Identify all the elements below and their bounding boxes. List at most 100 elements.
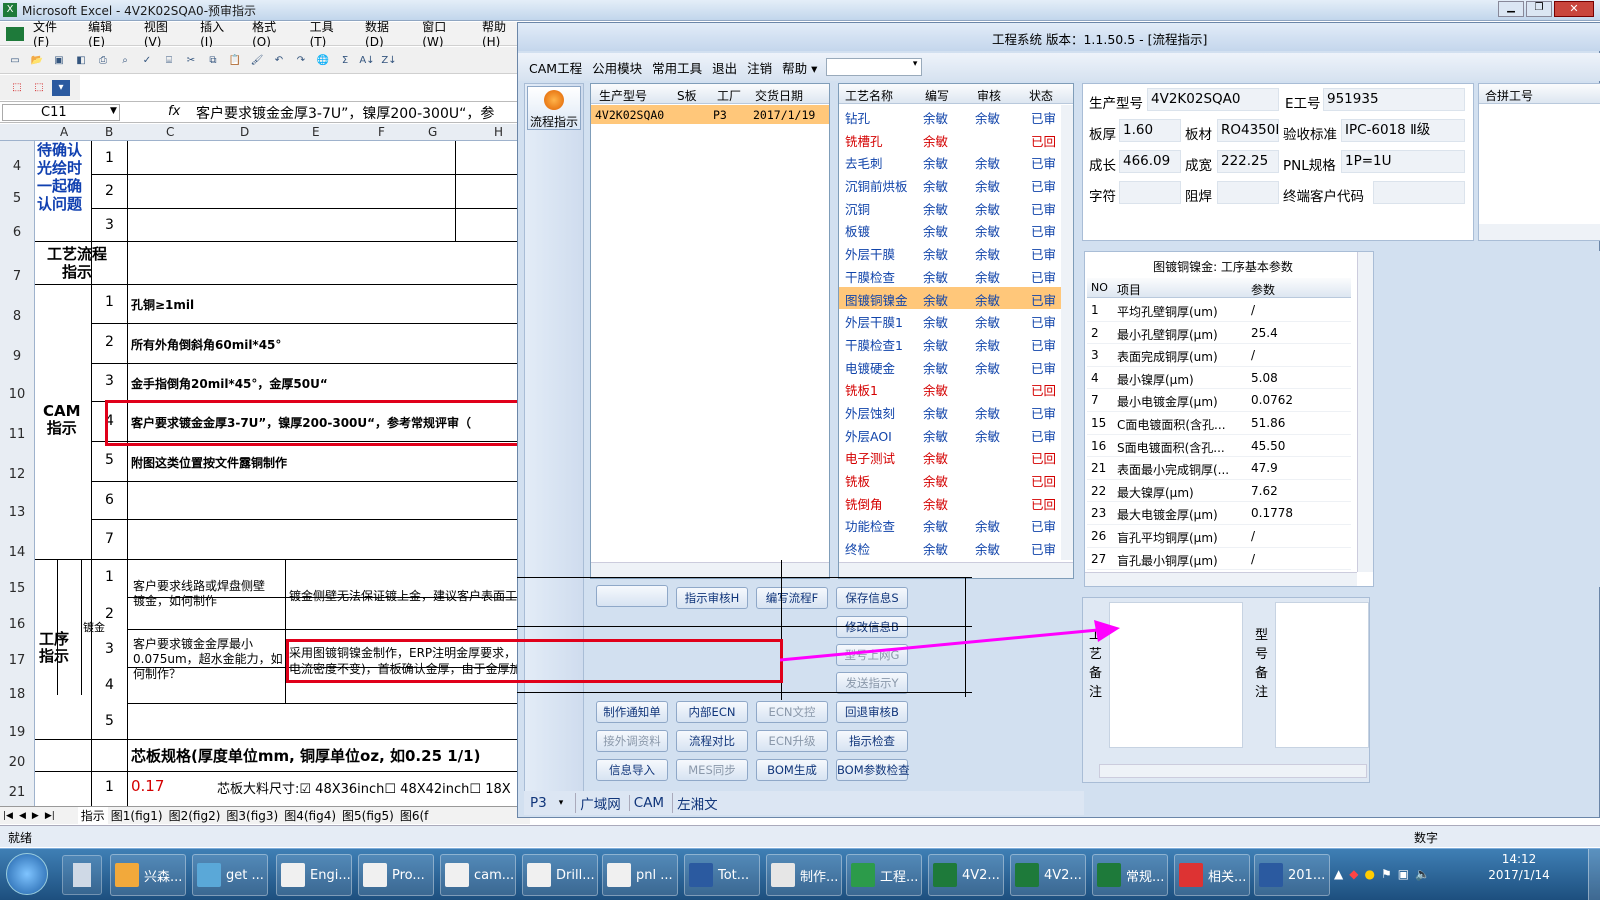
menu-edit[interactable]: 编辑(E)	[79, 18, 135, 49]
cell-c12[interactable]: 附图这类位置按文件露铜制作	[131, 454, 287, 471]
process-row[interactable]: 铣倒角 余敏 已回	[839, 491, 1063, 514]
params-hscroll[interactable]	[1085, 572, 1357, 586]
model-value[interactable]: 4V2K02SQA0	[1147, 88, 1279, 111]
row-header[interactable]: 10	[0, 387, 34, 402]
formula-input[interactable]: 客户要求镀金金厚3-7U”，镍厚200-300U“，参	[196, 103, 494, 123]
btn-save-info[interactable]: 保存信息S	[836, 587, 908, 609]
column-header-f[interactable]: F	[378, 125, 385, 139]
sheet-nav-prev-icon[interactable]: ◀	[16, 811, 29, 821]
merge-hscroll[interactable]	[1479, 224, 1600, 240]
param-row[interactable]: 21 表面最小完成铜厚(... 47.9	[1087, 457, 1351, 480]
column-header-c[interactable]: C	[166, 125, 174, 139]
row-header[interactable]: 19	[0, 725, 34, 740]
sheet-tab[interactable]: 图3(fig3)	[223, 807, 281, 824]
cell-b18[interactable]: 4	[105, 677, 114, 693]
row-header[interactable]: 4	[0, 159, 34, 174]
minimize-button[interactable]: ▁	[1498, 1, 1524, 17]
process-row[interactable]: 电镀硬金 余敏 余敏 已审	[839, 355, 1063, 378]
btn-mes-sync[interactable]: MES同步	[676, 759, 748, 781]
process-hscroll[interactable]	[839, 562, 1073, 578]
show-desktop-button[interactable]	[1588, 849, 1600, 900]
flag-icon[interactable]: ⚑	[1381, 867, 1392, 881]
network-icon[interactable]: ▣	[1398, 867, 1409, 881]
sheet-tab[interactable]: 图2(fig2)	[166, 807, 224, 824]
process-row[interactable]: 铣板 余敏 已回	[839, 468, 1063, 491]
column-header-b[interactable]: B	[105, 125, 113, 139]
cell-c15[interactable]: 客户要求线路或焊盘侧壁 镀金，如何制作	[133, 579, 265, 609]
cell-c10[interactable]: 金手指倒角20mil*45°，金厚50U“	[131, 375, 328, 392]
column-header-d[interactable]: D	[240, 125, 249, 139]
col-due-date[interactable]: 交货日期	[755, 87, 803, 104]
save-icon[interactable]: ▣	[50, 52, 68, 68]
hyperlink-icon[interactable]: 🌐	[314, 52, 332, 68]
cell-d21-core-size[interactable]: 芯板大料尺寸:☑ 48X36inch☐ 48X42inch☐ 18X	[217, 778, 529, 797]
param-row[interactable]: 4 最小镍厚(μm) 5.08	[1087, 367, 1351, 390]
pnl-value[interactable]: 1P=1U	[1341, 150, 1465, 173]
btn-hidden-1[interactable]	[596, 585, 668, 607]
process-row[interactable]: 外层AOI 余敏 余敏 已审	[839, 423, 1063, 446]
taskbar-item[interactable]: 制作...	[766, 854, 842, 896]
row-header[interactable]: 9	[0, 349, 34, 364]
width-value[interactable]: 222.25	[1217, 150, 1279, 173]
column-header-e[interactable]: E	[312, 125, 320, 139]
volume-icon[interactable]: 🔈	[1415, 867, 1430, 881]
order-row-selected[interactable]: 4V2K02SQA0 P3 2017/1/19	[591, 105, 829, 124]
new-icon[interactable]: ▭	[6, 52, 24, 68]
param-row[interactable]: 23 最大电镀金厚(μm) 0.1778	[1087, 502, 1351, 525]
sort-descending-icon[interactable]: Z↓	[380, 52, 398, 68]
row-header[interactable]: 13	[0, 505, 34, 520]
open-icon[interactable]: 📂	[28, 52, 46, 68]
btn-internal-ecn[interactable]: 内部ECN	[676, 701, 748, 723]
cell-cam-label[interactable]: CAM 指示	[43, 403, 81, 437]
btn-make-notice[interactable]: 制作通知单	[596, 701, 668, 723]
process-row[interactable]: 铣板1 余敏 已回	[839, 377, 1063, 400]
cell-b19[interactable]: 5	[105, 713, 114, 729]
cell-a4-question[interactable]: 待确认 光绘时 一起确 认问题	[37, 141, 82, 213]
cell-b4[interactable]: 1	[105, 150, 114, 166]
menu-insert[interactable]: 插入(I)	[191, 18, 243, 49]
cell-b6[interactable]: 3	[105, 217, 114, 233]
params-vscroll[interactable]	[1357, 252, 1373, 572]
menu-format[interactable]: 格式(O)	[243, 18, 300, 49]
fx-label[interactable]: fx	[168, 104, 180, 119]
model-note-text[interactable]	[1275, 602, 1369, 748]
row-header[interactable]: 7	[0, 269, 34, 284]
taskbar-item[interactable]: 相关...	[1174, 854, 1250, 896]
merge-label[interactable]: 合拼工号	[1485, 87, 1533, 104]
btn-instruction-audit[interactable]: 指示审核H	[676, 587, 748, 609]
row-header[interactable]: 21	[0, 785, 34, 800]
col-item[interactable]: 项目	[1117, 281, 1141, 298]
cell-b17[interactable]: 3	[105, 641, 114, 657]
row-header[interactable]: 18	[0, 687, 34, 702]
start-button[interactable]	[6, 853, 48, 895]
material-value[interactable]: RO4350E	[1217, 119, 1279, 142]
notes-hscroll[interactable]	[1099, 764, 1367, 778]
param-row[interactable]: 2 最小孔壁铜厚(μm) 25.4	[1087, 322, 1351, 345]
cell-b5[interactable]: 2	[105, 183, 114, 199]
cell-b8[interactable]: 1	[105, 294, 114, 310]
char-value[interactable]	[1119, 181, 1181, 204]
process-row[interactable]: 外层干膜 余敏 余敏 已审	[839, 241, 1063, 264]
flow-instruction-button[interactable]: 流程指示	[527, 86, 581, 130]
sort-ascending-icon[interactable]: A↓	[358, 52, 376, 68]
name-box[interactable]: C11	[2, 104, 120, 121]
taskbar-item[interactable]: 工程...	[846, 854, 922, 896]
taskbar-item[interactable]: Drill...	[522, 854, 598, 896]
sheet-nav-last-icon[interactable]: ▶|	[42, 811, 58, 821]
process-row[interactable]: 铣槽孔 余敏 已回	[839, 128, 1063, 151]
cell-b10[interactable]: 3	[105, 373, 114, 389]
process-row[interactable]: 干膜检查1 余敏 余敏 已审	[839, 332, 1063, 355]
cell-a7-flow[interactable]: 工艺流程 指示	[47, 245, 107, 281]
col-process-name[interactable]: 工艺名称	[845, 87, 893, 104]
cell-b12[interactable]: 5	[105, 452, 114, 468]
cell-c21-thickness[interactable]: 0.17	[131, 777, 164, 795]
process-row[interactable]: 图镀铜镍金 余敏 余敏 已审	[839, 286, 1063, 310]
param-row[interactable]: 3 表面完成铜厚(um) /	[1087, 344, 1351, 367]
btn-external-data[interactable]: 接外调资料	[596, 730, 668, 752]
taskbar-item[interactable]: Pro...	[358, 854, 434, 896]
sheet-tab[interactable]: 图1(fig1)	[108, 807, 166, 824]
pdf-convert-icon[interactable]: ⬚	[8, 80, 26, 96]
print-icon[interactable]: ⎙	[94, 52, 112, 68]
process-row[interactable]: 干膜检查 余敏 余敏 已审	[839, 264, 1063, 287]
btn-write-flow[interactable]: 编写流程F	[756, 587, 828, 609]
